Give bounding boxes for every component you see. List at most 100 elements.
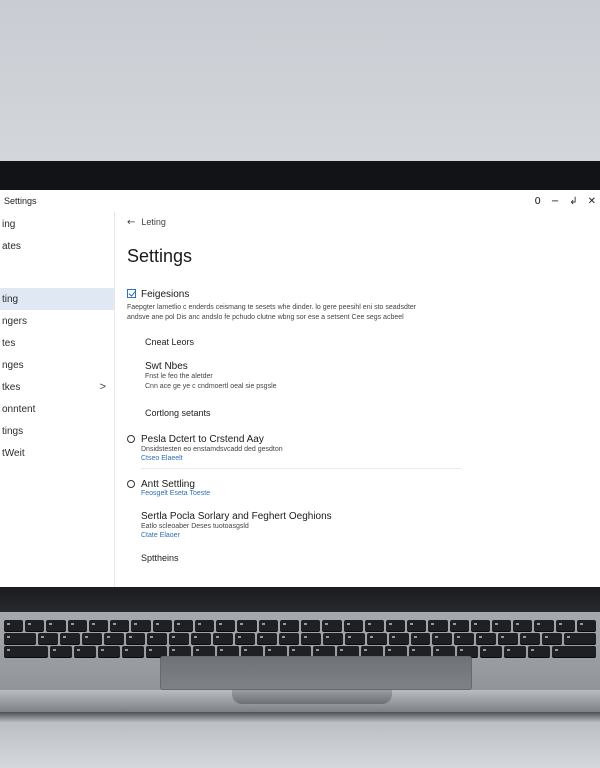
keyboard xyxy=(0,620,600,658)
key xyxy=(388,633,409,644)
checkbox-icon[interactable] xyxy=(127,289,136,298)
key xyxy=(564,633,596,644)
app-window: Settings 0 − ↲ ✕ ing ates ting ngers tes… xyxy=(0,190,600,587)
key xyxy=(480,646,503,657)
breadcrumb[interactable]: ← Leting xyxy=(127,212,600,232)
sidebar-item-label: onntent xyxy=(2,403,36,415)
option-link[interactable]: Ctseo Elaeelt xyxy=(127,455,600,462)
key xyxy=(258,620,278,631)
option-pesla-dctert[interactable]: Pesla Dctert to Crstend Aay Dnsidstesten… xyxy=(127,434,600,462)
sidebar: ing ates ting ngers tes nges tkes > onnte… xyxy=(0,212,115,587)
key xyxy=(385,620,406,631)
key xyxy=(407,620,427,631)
sidebar-item-2[interactable]: ates xyxy=(0,235,114,257)
key xyxy=(513,620,533,631)
back-label[interactable]: Leting xyxy=(141,217,166,227)
page-title: Settings xyxy=(127,246,193,266)
key xyxy=(343,620,363,631)
info-icon[interactable]: 0 xyxy=(534,196,540,207)
key xyxy=(428,620,448,631)
sidebar-item-10[interactable]: tWeit xyxy=(0,442,114,464)
section-subhead: Cneat Leors xyxy=(145,337,195,347)
sidebar-item-label: tkes xyxy=(2,381,21,393)
key xyxy=(528,646,551,657)
radio-icon[interactable] xyxy=(127,435,135,443)
key xyxy=(476,633,497,644)
key xyxy=(279,633,299,644)
window-title: Settings xyxy=(4,196,37,206)
option-heading: Swt Nbes xyxy=(145,361,188,372)
key xyxy=(103,633,124,644)
sidebar-item-label: nges xyxy=(2,359,24,371)
sidebar-item-9[interactable]: tings xyxy=(0,420,114,442)
back-arrow-icon[interactable]: ← xyxy=(127,217,135,228)
key xyxy=(432,633,453,644)
key xyxy=(37,633,58,644)
key xyxy=(110,620,130,631)
close-icon[interactable]: ✕ xyxy=(588,196,596,207)
key xyxy=(534,620,554,631)
key xyxy=(322,620,342,631)
key xyxy=(4,620,24,631)
option-sertla-pocla[interactable]: Sertla Pocla Sorlary and Feghert Oeghion… xyxy=(127,511,600,539)
key xyxy=(470,620,491,631)
option-link[interactable]: Ctate Elaoer xyxy=(141,532,600,539)
key xyxy=(81,633,102,644)
key xyxy=(237,620,257,631)
table-shadow xyxy=(0,712,600,722)
restore-icon[interactable]: ↲ xyxy=(569,196,577,207)
key xyxy=(216,620,236,631)
sidebar-item-6[interactable]: nges xyxy=(0,354,114,376)
laptop-front-notch xyxy=(232,690,392,704)
key xyxy=(366,633,387,644)
key xyxy=(364,620,384,631)
key xyxy=(59,633,80,644)
sidebar-item-4[interactable]: ngers xyxy=(0,310,114,332)
key xyxy=(257,633,278,644)
option-description: Faepgter lametlio c enderds ceismang te … xyxy=(127,304,417,311)
section-subhead: Cortlong setants xyxy=(145,408,211,418)
key xyxy=(46,620,66,631)
sidebar-item-5[interactable]: tes xyxy=(0,332,114,354)
option-swt-nbes[interactable]: Swt Nbes Fnst le feo the aletder Cnn ace… xyxy=(127,361,600,392)
settings-content: ← Leting Settings Feigesions Faepgter la… xyxy=(120,212,600,587)
sidebar-item-label: ngers xyxy=(2,315,28,327)
key xyxy=(191,633,212,644)
sidebar-item-label: ting xyxy=(2,293,19,305)
trackpad xyxy=(160,656,472,690)
option-description: Dnsidstesten eo enstamdsvcadd ded gesdto… xyxy=(141,446,283,453)
key xyxy=(121,646,144,657)
sidebar-item-label: ing xyxy=(2,218,16,230)
option-description: Eatlo scleoaber Deses tuotoasgsld xyxy=(141,523,249,530)
sidebar-item-1[interactable]: ing xyxy=(0,213,114,235)
option-antt-settling[interactable]: Antt Settling Feosgelt Eseta Toeste xyxy=(127,479,600,497)
key xyxy=(344,633,365,644)
divider xyxy=(141,468,461,469)
key xyxy=(504,646,527,657)
minimize-icon[interactable]: − xyxy=(551,196,559,207)
key xyxy=(542,633,562,644)
sidebar-item-8[interactable]: onntent xyxy=(0,398,114,420)
key xyxy=(498,633,519,644)
key xyxy=(67,620,87,631)
key xyxy=(213,633,234,644)
key xyxy=(131,620,151,631)
section-subhead: Spttheins xyxy=(141,553,179,563)
key xyxy=(73,646,96,657)
sidebar-item-label: tes xyxy=(2,337,16,349)
option-feigesions[interactable]: Feigesions Faepgter lametlio c enderds c… xyxy=(127,288,600,323)
option-link[interactable]: Feosgelt Eseta Toeste xyxy=(127,490,600,497)
keyboard-row xyxy=(4,620,597,631)
sidebar-item-active[interactable]: ting xyxy=(0,288,114,310)
chevron-right-icon: > xyxy=(99,381,106,393)
option-description: Fnst le feo the aletder xyxy=(145,373,213,380)
sidebar-item-label: ates xyxy=(2,240,21,252)
title-bar: Settings 0 − ↲ ✕ xyxy=(0,190,600,212)
key xyxy=(454,633,475,644)
sidebar-item-label: tWeit xyxy=(2,447,25,459)
radio-icon[interactable] xyxy=(127,480,135,488)
sidebar-item-7[interactable]: tkes > xyxy=(0,376,114,398)
key xyxy=(4,646,48,657)
key xyxy=(410,633,431,644)
